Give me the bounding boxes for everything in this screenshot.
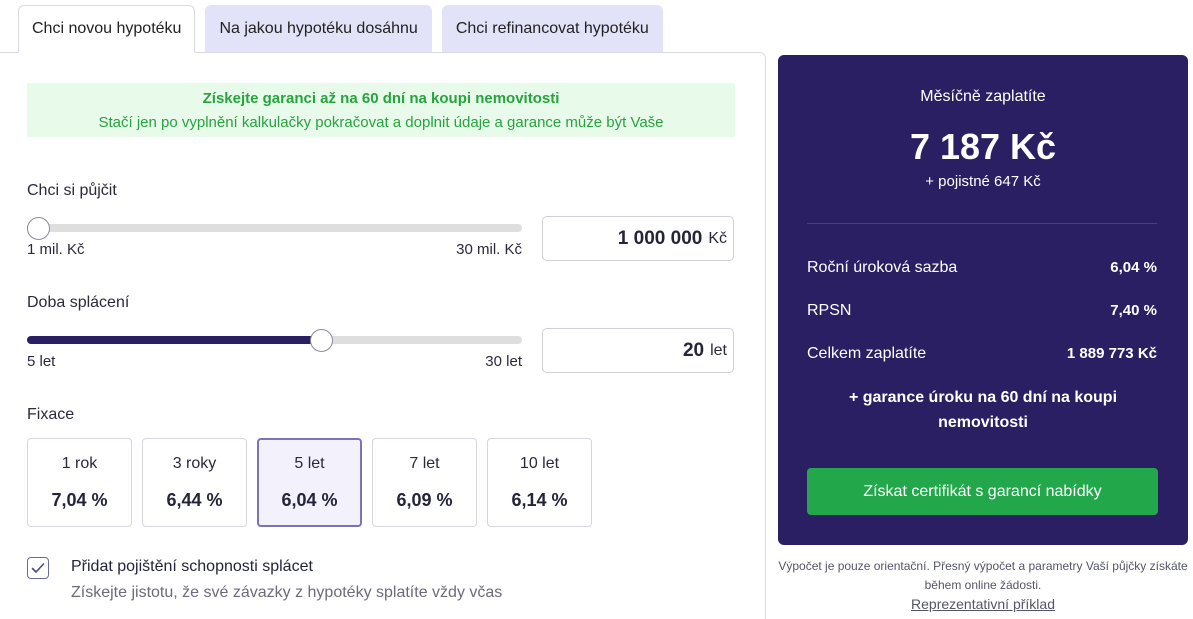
insurance-note: Získejte jistotu, že své závazky z hypot…: [71, 584, 503, 601]
summary-divider: [807, 223, 1157, 224]
repayment-term-value: 20: [682, 339, 705, 361]
monthly-payment-title: Měsíčně zaplatíte: [920, 88, 1046, 105]
loan-amount-slider-thumb[interactable]: [27, 217, 50, 240]
summary-row-value: 6,04 %: [1110, 259, 1157, 276]
summary-row-value: 1 889 773 Kč: [1066, 345, 1157, 362]
loan-amount-label: Chci si půjčit: [27, 182, 117, 199]
summary-row-value: 7,40 %: [1110, 302, 1157, 319]
loan-amount-min: 1 mil. Kč: [27, 241, 85, 258]
representative-example-link[interactable]: Reprezentativní příklad: [778, 596, 1188, 612]
loan-amount-value: 1 000 000: [617, 227, 703, 249]
repayment-term-label: Doba splácení: [27, 294, 130, 311]
promo-text: Stačí jen po vyplnění kalkulačky pokračo…: [98, 114, 664, 131]
payment-summary-panel: Měsíčně zaplatíte 7 187 Kč + pojistné 64…: [778, 55, 1188, 545]
get-certificate-button[interactable]: Získat certifikát s garancí nabídky: [807, 468, 1158, 515]
loan-amount-unit: Kč: [708, 229, 727, 247]
promo-title: Získejte garanci až na 60 dní na koupi n…: [202, 90, 560, 107]
tab-bar: Chci novou hypotéku Na jakou hypotéku do…: [18, 5, 663, 53]
summary-row-label: Celkem zaplatíte: [807, 345, 927, 362]
summary-row-rpsn: RPSN 7,40 %: [807, 302, 1157, 320]
fixation-option-7-years[interactable]: 7 let 6,09 %: [372, 438, 477, 527]
disclaimer-text: Výpočet je pouze orientační. Přesný výpo…: [778, 559, 1188, 592]
summary-row-label: Roční úroková sazba: [807, 259, 958, 276]
repayment-term-min: 5 let: [27, 353, 56, 370]
fixation-term: 1 rok: [61, 455, 98, 472]
rate-guarantee-text: + garance úroku na 60 dní na koupi nemov…: [848, 389, 1118, 431]
loan-amount-slider[interactable]: [27, 217, 522, 240]
fixation-term: 7 let: [409, 455, 440, 472]
fixation-label: Fixace: [27, 406, 75, 423]
fixation-term: 3 roky: [172, 455, 217, 472]
fixation-option-10-years[interactable]: 10 let 6,14 %: [487, 438, 592, 527]
repayment-term-input[interactable]: 20 let: [542, 328, 734, 373]
fixation-rate: 6,44 %: [166, 490, 223, 510]
fixation-rate: 6,14 %: [511, 490, 568, 510]
checkmark-icon: [31, 563, 45, 573]
summary-row-total: Celkem zaplatíte 1 889 773 Kč: [807, 345, 1157, 363]
insurance-premium: + pojistné 647 Kč: [925, 173, 1041, 190]
repayment-term-slider[interactable]: [27, 329, 522, 352]
summary-row-interest-rate: Roční úroková sazba 6,04 %: [807, 259, 1157, 277]
tab-affordable-mortgage[interactable]: Na jakou hypotéku dosáhnu: [205, 5, 432, 53]
tab-new-mortgage[interactable]: Chci novou hypotéku: [18, 5, 196, 53]
summary-row-label: RPSN: [807, 302, 852, 319]
fixation-option-1-year[interactable]: 1 rok 7,04 %: [27, 438, 132, 527]
fixation-term: 10 let: [519, 455, 560, 472]
tab-refinance-mortgage[interactable]: Chci refinancovat hypotéku: [441, 5, 663, 53]
fixation-rate: 6,09 %: [396, 490, 453, 510]
repayment-term-slider-fill: [27, 336, 322, 344]
repayment-term-max: 30 let: [485, 353, 522, 370]
insurance-checkbox[interactable]: [27, 557, 49, 579]
repayment-term-unit: let: [710, 341, 727, 359]
fixation-rate: 6,04 %: [281, 490, 338, 510]
fixation-option-3-years[interactable]: 3 roky 6,44 %: [142, 438, 247, 527]
insurance-label[interactable]: Přidat pojištění schopnosti splácet: [71, 558, 313, 576]
fixation-options: 1 rok 7,04 % 3 roky 6,44 % 5 let 6,04 % …: [27, 438, 592, 527]
promo-banner: Získejte garanci až na 60 dní na koupi n…: [27, 83, 735, 137]
fixation-rate: 7,04 %: [51, 490, 108, 510]
monthly-payment-amount: 7 187 Kč: [909, 126, 1057, 167]
fixation-option-5-years[interactable]: 5 let 6,04 %: [257, 438, 362, 527]
fixation-term: 5 let: [294, 455, 325, 472]
loan-amount-input[interactable]: 1 000 000 Kč: [542, 216, 734, 261]
loan-amount-max: 30 mil. Kč: [456, 241, 522, 258]
